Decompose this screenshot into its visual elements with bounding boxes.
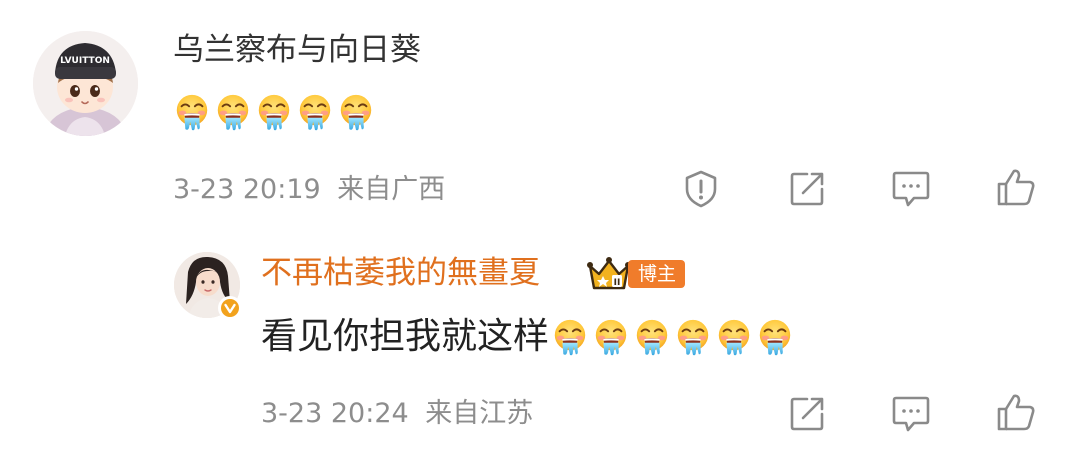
drooling-emoji-icon — [633, 318, 671, 356]
like-button[interactable] — [994, 165, 1038, 209]
comment-icon — [892, 396, 930, 432]
drooling-emoji-icon — [255, 93, 293, 131]
verified-badge — [218, 296, 242, 320]
like-icon — [997, 394, 1035, 431]
crown-icon: II — [587, 257, 631, 290]
reply-share-button[interactable] — [785, 392, 829, 436]
reply-like-button[interactable] — [994, 390, 1038, 434]
drooling-emoji-icon — [337, 93, 375, 131]
avatar[interactable]: LVUITTON — [33, 31, 138, 136]
drooling-emoji-icon — [715, 318, 753, 356]
share-button[interactable] — [785, 167, 829, 211]
drooling-emoji-icon — [173, 93, 211, 131]
comment-button[interactable] — [889, 167, 933, 211]
reply-location: 来自江苏 — [425, 398, 534, 429]
reply-date: 3-23 20:24 — [261, 398, 409, 429]
like-icon — [997, 169, 1035, 206]
reply-content: 看见你担我就这样 — [261, 313, 794, 361]
comment-location: 来自广西 — [337, 174, 446, 205]
drooling-emoji-icon — [214, 93, 252, 131]
drooling-emoji-icon — [551, 318, 589, 356]
blogger-badge: 博主 — [628, 260, 686, 288]
reply-comment-button[interactable] — [889, 392, 933, 436]
report-icon — [685, 170, 717, 208]
verified-icon — [221, 299, 239, 317]
avatar-illustration: LVUITTON — [33, 31, 138, 136]
reply-text: 看见你担我就这样 — [261, 316, 550, 357]
drooling-emoji-icon — [296, 93, 334, 131]
reply-emoji-row — [551, 318, 794, 356]
drooling-emoji-icon — [756, 318, 794, 356]
report-button[interactable] — [679, 167, 723, 211]
blogger-badge-group: II 博主 — [586, 256, 686, 292]
reply-meta: 3-23 20:24 来自江苏 — [261, 397, 533, 431]
reply-avatar-container[interactable] — [174, 252, 242, 320]
crown-level: II — [614, 278, 621, 288]
reply-username[interactable]: 不再枯萎我的無畫夏 — [261, 253, 540, 293]
comment-emoji-row — [173, 93, 375, 131]
share-icon — [790, 397, 824, 431]
drooling-emoji-icon — [674, 318, 712, 356]
comment-date: 3-23 20:19 — [173, 174, 321, 205]
drooling-emoji-icon — [592, 318, 630, 356]
comment-username[interactable]: 乌兰察布与向日葵 — [173, 30, 421, 70]
share-icon — [790, 172, 824, 206]
avatar-hat-text: LVUITTON — [60, 56, 110, 66]
comment-icon — [892, 171, 930, 207]
comment-meta: 3-23 20:19 来自广西 — [173, 173, 445, 207]
